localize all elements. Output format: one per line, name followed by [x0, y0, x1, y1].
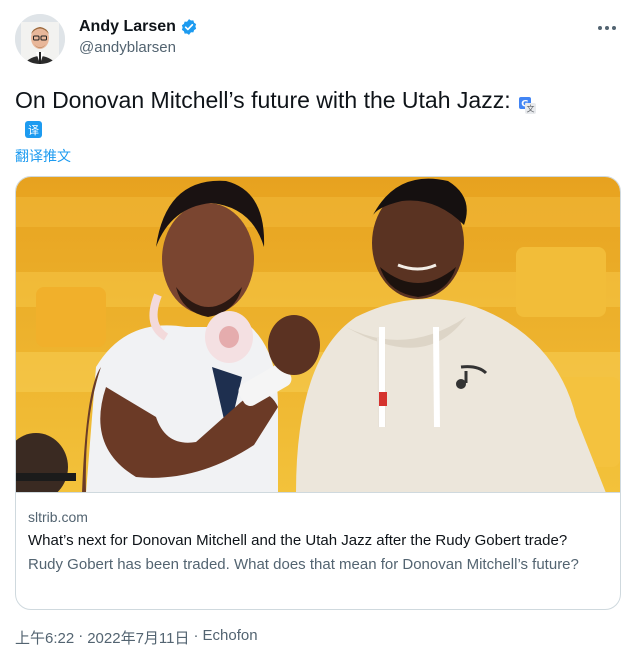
tweet-header: Andy Larsen @andyblarsen — [15, 14, 625, 66]
card-body: sltrib.com What’s next for Donovan Mitch… — [28, 507, 608, 575]
google-translate-icon[interactable]: G 文 — [518, 92, 536, 114]
card-image[interactable] — [16, 177, 620, 493]
footer-separator: · — [78, 627, 84, 644]
tweet-time[interactable]: 上午6:22 — [15, 627, 74, 648]
translate-badge-glyph: 译 — [28, 124, 39, 137]
tweet-text: On Donovan Mitchell’s future with the Ut… — [15, 87, 511, 113]
tweet-footer: 上午6:22 · 2022年7月11日 · Echofon — [15, 627, 258, 648]
card-title: What’s next for Donovan Mitchell and the… — [28, 532, 568, 549]
verified-badge-icon — [180, 18, 198, 36]
svg-text:文: 文 — [526, 103, 534, 113]
card-domain: sltrib.com — [28, 509, 88, 525]
more-options-icon[interactable] — [595, 16, 619, 40]
author-display-name[interactable]: Andy Larsen — [79, 18, 176, 36]
avatar[interactable] — [15, 14, 65, 64]
link-preview-card[interactable]: sltrib.com What’s next for Donovan Mitch… — [15, 176, 621, 610]
card-description: Rudy Gobert has been traded. What does t… — [28, 556, 579, 573]
tweet-date[interactable]: 2022年7月11日 — [87, 627, 189, 648]
tweet-text-row: On Donovan Mitchell’s future with the Ut… — [15, 86, 536, 114]
author-handle[interactable]: @andyblarsen — [79, 39, 198, 56]
person-avatar-icon — [15, 14, 65, 64]
tweet-source[interactable]: Echofon — [203, 627, 258, 648]
photo-two-basketball-players-icon — [16, 177, 620, 492]
translate-badge-icon[interactable]: 译 — [25, 121, 42, 138]
translate-tweet-link[interactable]: 翻译推文 — [15, 146, 71, 166]
footer-separator: · — [193, 627, 199, 644]
